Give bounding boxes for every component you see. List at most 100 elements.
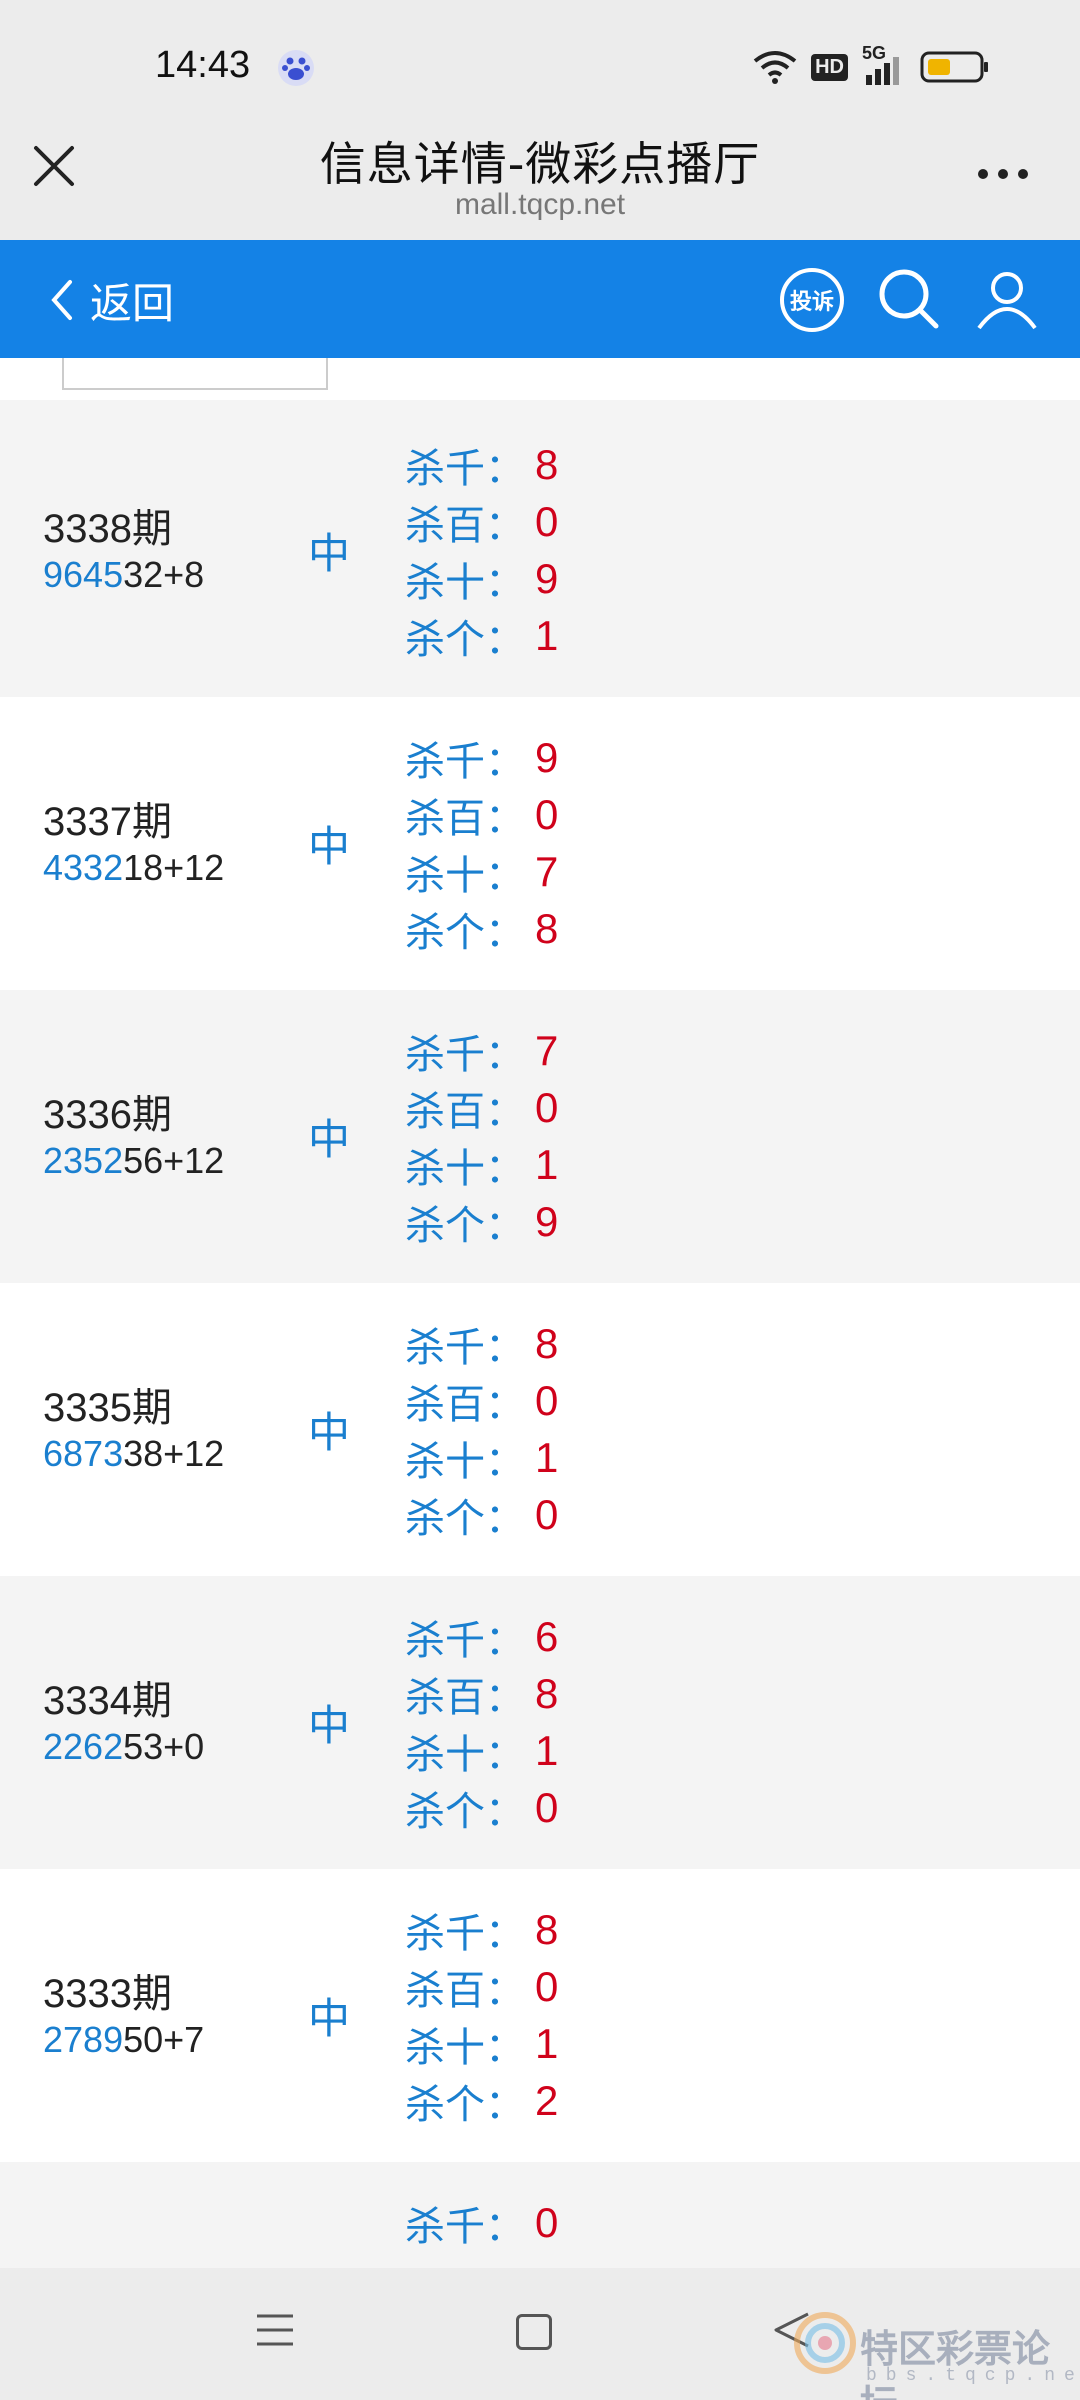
- complain-button[interactable]: 投诉: [780, 268, 844, 332]
- period-label: 3334期: [43, 1679, 172, 1723]
- back-label: 返回: [90, 278, 175, 328]
- kill-value: 0: [535, 1962, 559, 2010]
- kill-line: 杀千： 8: [405, 1315, 558, 1372]
- kill-label: 杀十：: [405, 1438, 525, 1485]
- list-top-stub-box: [62, 358, 328, 390]
- kill-line: 杀千： 6: [405, 1608, 558, 1665]
- draw-numbers-highlight: 2352: [43, 1140, 124, 1181]
- period-label: 3337期: [43, 800, 172, 844]
- watermark-url: bbs.tqcp.net: [866, 2366, 1080, 2386]
- kill-label: 杀个：: [405, 616, 525, 663]
- menu-icon: [257, 2314, 293, 2346]
- kill-line: 杀百： 0: [405, 1958, 558, 2015]
- draw-numbers-highlight: 6873: [43, 1433, 124, 1474]
- kill-line: 杀十： 7: [405, 843, 558, 900]
- kill-label: 杀千：: [405, 2203, 525, 2250]
- period-label: 3336期: [43, 1093, 172, 1137]
- result-row: 3335期 687338+12 中 杀千： 8 杀百： 0 杀十： 1 杀个： 0: [0, 1283, 1080, 1576]
- hd-badge: HD: [811, 53, 848, 81]
- kill-label: 杀十：: [405, 2024, 525, 2071]
- draw-numbers-rest: 53+0: [123, 1726, 205, 1767]
- kill-label: 杀个：: [405, 909, 525, 956]
- result-row: 3338期 964532+8 中 杀千： 8 杀百： 0 杀十： 9 杀个： 1: [0, 404, 1080, 697]
- kill-line: 杀百： 0: [405, 1079, 558, 1136]
- hit-badge: 中: [308, 1115, 351, 1164]
- search-button[interactable]: [876, 266, 942, 332]
- back-button[interactable]: 返回: [48, 268, 174, 332]
- user-icon: [977, 272, 1037, 330]
- draw-numbers: 226253+0: [43, 1726, 204, 1768]
- kill-line: 杀个： 9: [405, 1193, 558, 1250]
- kill-line: 杀个： 0: [405, 1486, 558, 1543]
- period-label: 3335期: [43, 1386, 172, 1430]
- status-icons: HD 5G: [753, 43, 990, 90]
- kill-line: 杀千： 8: [405, 1901, 558, 1958]
- kill-value: 0: [535, 1783, 559, 1831]
- draw-numbers-highlight: 9645: [43, 554, 124, 595]
- draw-numbers-rest: 50+7: [123, 2019, 205, 2060]
- more-button[interactable]: [978, 162, 1038, 186]
- kill-line: 杀个： 0: [405, 1779, 558, 1836]
- home-button[interactable]: [516, 2314, 552, 2350]
- kill-list: 杀千： 8 杀百： 0 杀十： 9 杀个： 1: [405, 436, 558, 664]
- kill-label: 杀百：: [405, 1967, 525, 2014]
- result-list: 3338期 964532+8 中 杀千： 8 杀百： 0 杀十： 9 杀个： 1 333…: [0, 358, 1080, 2268]
- kill-line: 杀千： 8: [405, 436, 558, 493]
- kill-line: 杀百： 0: [405, 493, 558, 550]
- kill-list: 杀千： 0: [405, 2194, 558, 2251]
- kill-line: 杀十： 9: [405, 550, 558, 607]
- watermark-logo-icon: [794, 2312, 856, 2374]
- kill-value: 6: [535, 1612, 559, 1660]
- recents-button[interactable]: [255, 2310, 295, 2350]
- result-row: 3334期 226253+0 中 杀千： 6 杀百： 8 杀十： 1 杀个： 0: [0, 1576, 1080, 1869]
- hit-badge: 中: [308, 529, 351, 578]
- kill-label: 杀个：: [405, 1495, 525, 1542]
- kill-label: 杀百：: [405, 502, 525, 549]
- kill-line: 杀个： 2: [405, 2072, 558, 2129]
- status-time: 14:43: [155, 44, 251, 86]
- kill-line: 杀个： 1: [405, 607, 558, 664]
- kill-label: 杀个：: [405, 1788, 525, 1835]
- kill-value: 1: [535, 1433, 559, 1481]
- kill-label: 杀千：: [405, 1910, 525, 1957]
- draw-numbers: 235256+12: [43, 1140, 224, 1182]
- hit-badge: 中: [308, 1701, 351, 1750]
- kill-line: 杀百： 0: [405, 786, 558, 843]
- draw-numbers-rest: 56+12: [123, 1140, 225, 1181]
- more-dot-icon: [978, 169, 988, 179]
- search-icon: [879, 269, 939, 329]
- kill-value: 1: [535, 1726, 559, 1774]
- kill-value: 0: [535, 1083, 559, 1131]
- chevron-left-icon: [51, 280, 72, 320]
- user-button[interactable]: [975, 268, 1039, 332]
- kill-value: 7: [535, 847, 559, 895]
- period-label: 3338期: [43, 507, 172, 551]
- hit-badge: 中: [308, 1994, 351, 2043]
- kill-value: 9: [535, 733, 559, 781]
- draw-numbers-highlight: 4332: [43, 847, 124, 888]
- kill-label: 杀千：: [405, 1617, 525, 1664]
- kill-value: 8: [535, 904, 559, 952]
- kill-label: 杀百：: [405, 795, 525, 842]
- kill-list: 杀千： 8 杀百： 0 杀十： 1 杀个： 0: [405, 1315, 558, 1543]
- kill-line: 杀百： 8: [405, 1665, 558, 1722]
- kill-list: 杀千： 8 杀百： 0 杀十： 1 杀个： 2: [405, 1901, 558, 2129]
- kill-line: 杀十： 1: [405, 1722, 558, 1779]
- kill-value: 0: [535, 2198, 559, 2246]
- kill-value: 8: [535, 440, 559, 488]
- result-row-partial: 杀千： 0: [0, 2162, 1080, 2268]
- kill-value: 8: [535, 1905, 559, 1953]
- kill-value: 8: [535, 1319, 559, 1367]
- kill-line: 杀千： 9: [405, 729, 558, 786]
- kill-value: 7: [535, 1026, 559, 1074]
- kill-label: 杀百：: [405, 1381, 525, 1428]
- kill-value: 1: [535, 1140, 559, 1188]
- kill-label: 杀百：: [405, 1674, 525, 1721]
- kill-value: 0: [535, 790, 559, 838]
- baidu-app-icon: [276, 48, 316, 88]
- draw-numbers-rest: 18+12: [123, 847, 225, 888]
- list-top-stub: [0, 358, 1080, 400]
- draw-numbers: 687338+12: [43, 1433, 224, 1475]
- kill-value: 9: [535, 554, 559, 602]
- kill-value: 0: [535, 1490, 559, 1538]
